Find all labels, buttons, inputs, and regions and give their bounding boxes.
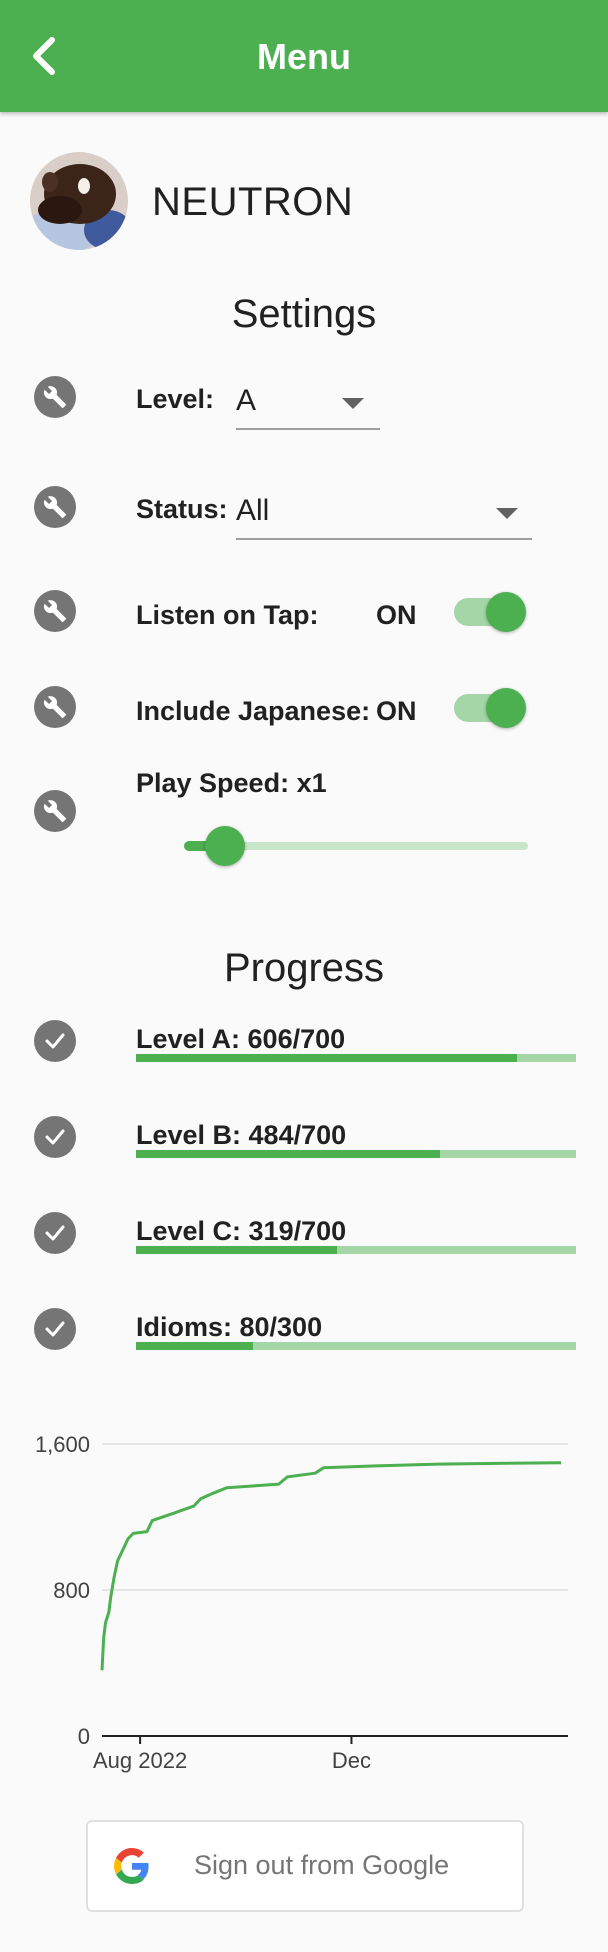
google-icon: [114, 1848, 149, 1884]
progress-label: Idioms: 80/300: [136, 1312, 323, 1342]
sign-out-label: Sign out from Google: [194, 1850, 450, 1880]
include-japanese-label: Include Japanese:: [136, 696, 371, 726]
progress-line-chart: 1,600 800 0Aug 2022 Dec: [35, 1432, 568, 1773]
listen-on-tap-value: ON: [376, 600, 417, 630]
profile-name: NEUTRON: [152, 180, 354, 224]
sign-out-button[interactable]: Sign out from Google: [86, 1820, 524, 1912]
chevron-down-icon: [496, 508, 518, 519]
settings-title: Settings: [231, 292, 377, 336]
progress-bar-fill: [136, 1342, 254, 1350]
wrench-icon: [34, 790, 76, 832]
x-tick-label: Aug 2022: [93, 1748, 187, 1773]
progress-label: Level C: 319/700: [136, 1216, 347, 1246]
slider-thumb[interactable]: [205, 826, 246, 866]
y-tick-label: 800: [53, 1578, 90, 1603]
include-japanese-value: ON: [376, 696, 417, 726]
y-tick-label: 0: [78, 1724, 90, 1749]
level-label: Level:: [136, 384, 215, 414]
progress-bar-fill: [136, 1150, 441, 1158]
play-speed-label: Play Speed: x1: [136, 768, 327, 798]
progress-bar-fill: [136, 1246, 337, 1254]
check-circle-icon: [34, 1212, 76, 1254]
check-circle-icon: [34, 1020, 76, 1062]
check-circle-icon: [34, 1308, 76, 1350]
x-tick-label: Dec: [332, 1748, 371, 1773]
chevron-down-icon: [342, 398, 364, 409]
wrench-icon: [34, 376, 76, 418]
app-bar: Menu: [0, 0, 608, 112]
status-dropdown[interactable]: All: [236, 488, 532, 540]
wrench-icon: [34, 590, 76, 632]
page-title: Menu: [257, 36, 351, 77]
progress-bar: [136, 1246, 576, 1254]
wrench-icon: [34, 686, 76, 728]
progress-title: Progress: [223, 946, 385, 990]
progress-bar: [136, 1342, 576, 1350]
status-label: Status:: [136, 494, 228, 524]
toggle-thumb: [486, 688, 526, 728]
wrench-icon: [34, 486, 76, 528]
check-circle-icon: [34, 1116, 76, 1158]
toggle-thumb: [486, 592, 526, 632]
progress-label: Level B: 484/700: [136, 1120, 347, 1150]
progress-bar: [136, 1150, 576, 1158]
avatar: [30, 152, 128, 250]
progress-label: Level A: 606/700: [136, 1024, 346, 1054]
listen-on-tap-label: Listen on Tap:: [136, 600, 319, 630]
progress-bar: [136, 1054, 576, 1062]
y-tick-label: 1,600: [35, 1432, 90, 1457]
progress-bar-fill: [136, 1054, 517, 1062]
level-dropdown[interactable]: A: [236, 378, 380, 430]
level-value: A: [236, 384, 257, 417]
status-value: All: [236, 494, 270, 527]
series-line: [100, 1461, 562, 1671]
